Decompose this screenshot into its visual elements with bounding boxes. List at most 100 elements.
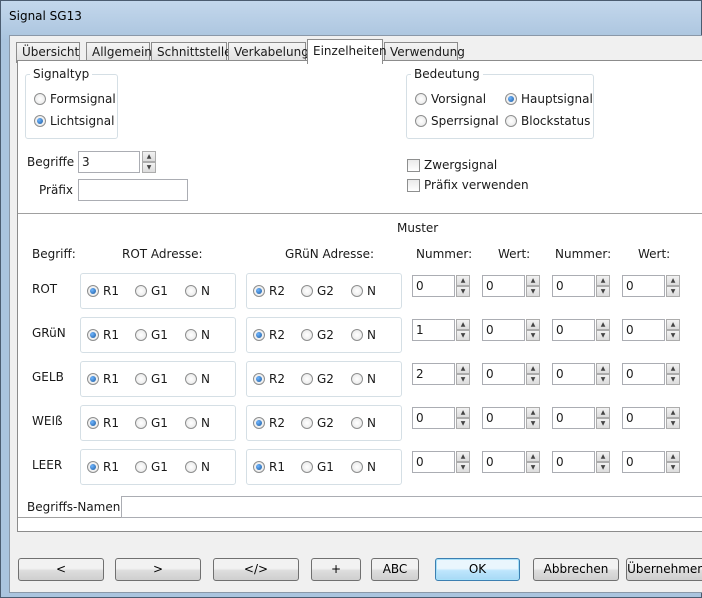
spin-down-icon[interactable]: ▼ [456, 330, 470, 341]
rot-option-radio[interactable]: N [185, 372, 210, 386]
rot-option-radio[interactable]: R1 [87, 284, 119, 298]
spin-down-icon[interactable]: ▼ [456, 418, 470, 429]
nummer-input[interactable]: 0 [412, 451, 455, 473]
spin-down-icon[interactable]: ▼ [526, 418, 540, 429]
nummer-input[interactable]: 0 [552, 275, 595, 297]
wert-input[interactable]: 0 [622, 275, 665, 297]
gruen-option-radio[interactable]: R2 [253, 284, 285, 298]
wert-input[interactable]: 0 [482, 319, 525, 341]
value-spinner[interactable]: ▲ ▼ [526, 319, 540, 341]
spin-up-icon[interactable]: ▲ [456, 407, 470, 418]
nummer-input[interactable]: 0 [552, 407, 595, 429]
spin-down-icon[interactable]: ▼ [526, 330, 540, 341]
value-spinner[interactable]: ▲ ▼ [456, 319, 470, 341]
value-spinner[interactable]: ▲ ▼ [456, 451, 470, 473]
value-spinner[interactable]: ▲ ▼ [456, 275, 470, 297]
spin-up-icon[interactable]: ▲ [456, 319, 470, 330]
prev-button[interactable]: < [18, 558, 104, 581]
value-spinner[interactable]: ▲ ▼ [526, 451, 540, 473]
spin-up-icon[interactable]: ▲ [526, 451, 540, 462]
spin-up-icon[interactable]: ▲ [526, 275, 540, 286]
cancel-button[interactable]: Abbrechen [533, 558, 619, 581]
spin-up-icon[interactable]: ▲ [666, 451, 680, 462]
spin-up-icon[interactable]: ▲ [596, 275, 610, 286]
spin-down-icon[interactable]: ▼ [456, 374, 470, 385]
nummer-input[interactable]: 0 [552, 451, 595, 473]
gruen-option-radio[interactable]: G2 [301, 372, 334, 386]
rot-option-radio[interactable]: G1 [135, 416, 168, 430]
spin-up-icon[interactable]: ▲ [666, 275, 680, 286]
gruen-option-radio[interactable]: N [351, 284, 376, 298]
spin-down-icon[interactable]: ▼ [596, 374, 610, 385]
spin-down-icon[interactable]: ▼ [456, 286, 470, 297]
nummer-input[interactable]: 1 [412, 319, 455, 341]
wert-input[interactable]: 0 [482, 275, 525, 297]
code-button[interactable]: </> [213, 558, 299, 581]
rot-option-radio[interactable]: G1 [135, 328, 168, 342]
spin-up-icon[interactable]: ▲ [526, 407, 540, 418]
value-spinner[interactable]: ▲ ▼ [596, 319, 610, 341]
begriffe-spinner[interactable]: ▲ ▼ [142, 151, 156, 173]
value-spinner[interactable]: ▲ ▼ [666, 363, 680, 385]
nummer-input[interactable]: 0 [412, 407, 455, 429]
gruen-option-radio[interactable]: G2 [301, 284, 334, 298]
praefix-verwenden-checkbox[interactable]: Präfix verwenden [407, 178, 529, 192]
gruen-option-radio[interactable]: N [351, 328, 376, 342]
rot-option-radio[interactable]: N [185, 284, 210, 298]
spin-down-icon[interactable]: ▼ [596, 462, 610, 473]
spin-down-icon[interactable]: ▼ [526, 462, 540, 473]
spin-up-icon[interactable]: ▲ [666, 319, 680, 330]
value-spinner[interactable]: ▲ ▼ [596, 275, 610, 297]
spin-down-icon[interactable]: ▼ [596, 330, 610, 341]
spin-down-icon[interactable]: ▼ [596, 286, 610, 297]
value-spinner[interactable]: ▲ ▼ [666, 407, 680, 429]
gruen-option-radio[interactable]: R2 [253, 372, 285, 386]
spin-down-icon[interactable]: ▼ [596, 418, 610, 429]
gruen-option-radio[interactable]: G1 [301, 460, 334, 474]
value-spinner[interactable]: ▲ ▼ [526, 363, 540, 385]
rot-option-radio[interactable]: R1 [87, 416, 119, 430]
formsignal-radio[interactable]: Formsignal [34, 92, 116, 106]
wert-input[interactable]: 0 [482, 363, 525, 385]
wert-input[interactable]: 0 [622, 363, 665, 385]
value-spinner[interactable]: ▲ ▼ [596, 363, 610, 385]
spin-down-icon[interactable]: ▼ [666, 330, 680, 341]
gruen-option-radio[interactable]: R2 [253, 416, 285, 430]
begriffe-input[interactable]: 3 [78, 151, 140, 173]
praefix-input[interactable] [78, 179, 188, 201]
lichtsignal-radio[interactable]: Lichtsignal [34, 114, 114, 128]
begriffs-namen-input[interactable] [121, 496, 702, 518]
gruen-option-radio[interactable]: N [351, 416, 376, 430]
wert-input[interactable]: 0 [482, 407, 525, 429]
spin-up-icon[interactable]: ▲ [596, 451, 610, 462]
spin-down-icon[interactable]: ▼ [666, 374, 680, 385]
value-spinner[interactable]: ▲ ▼ [456, 363, 470, 385]
spin-down-icon[interactable]: ▼ [142, 162, 156, 173]
vorsignal-radio[interactable]: Vorsignal [415, 92, 486, 106]
rot-option-radio[interactable]: N [185, 416, 210, 430]
spin-up-icon[interactable]: ▲ [666, 407, 680, 418]
sperrsignal-radio[interactable]: Sperrsignal [415, 114, 499, 128]
spin-up-icon[interactable]: ▲ [456, 363, 470, 374]
abc-button[interactable]: ABC [371, 558, 419, 581]
spin-down-icon[interactable]: ▼ [456, 462, 470, 473]
nummer-input[interactable]: 0 [552, 319, 595, 341]
gruen-option-radio[interactable]: R1 [253, 460, 285, 474]
value-spinner[interactable]: ▲ ▼ [666, 275, 680, 297]
nummer-input[interactable]: 0 [552, 363, 595, 385]
value-spinner[interactable]: ▲ ▼ [526, 407, 540, 429]
gruen-option-radio[interactable]: R2 [253, 328, 285, 342]
spin-down-icon[interactable]: ▼ [526, 374, 540, 385]
gruen-option-radio[interactable]: G2 [301, 328, 334, 342]
spin-up-icon[interactable]: ▲ [526, 363, 540, 374]
next-button[interactable]: > [115, 558, 201, 581]
spin-up-icon[interactable]: ▲ [456, 451, 470, 462]
blockstatus-radio[interactable]: Blockstatus [505, 114, 590, 128]
spin-up-icon[interactable]: ▲ [596, 319, 610, 330]
wert-input[interactable]: 0 [622, 451, 665, 473]
rot-option-radio[interactable]: G1 [135, 284, 168, 298]
rot-option-radio[interactable]: N [185, 460, 210, 474]
gruen-option-radio[interactable]: G2 [301, 416, 334, 430]
spin-up-icon[interactable]: ▲ [596, 363, 610, 374]
zwergsignal-checkbox[interactable]: Zwergsignal [407, 158, 497, 172]
